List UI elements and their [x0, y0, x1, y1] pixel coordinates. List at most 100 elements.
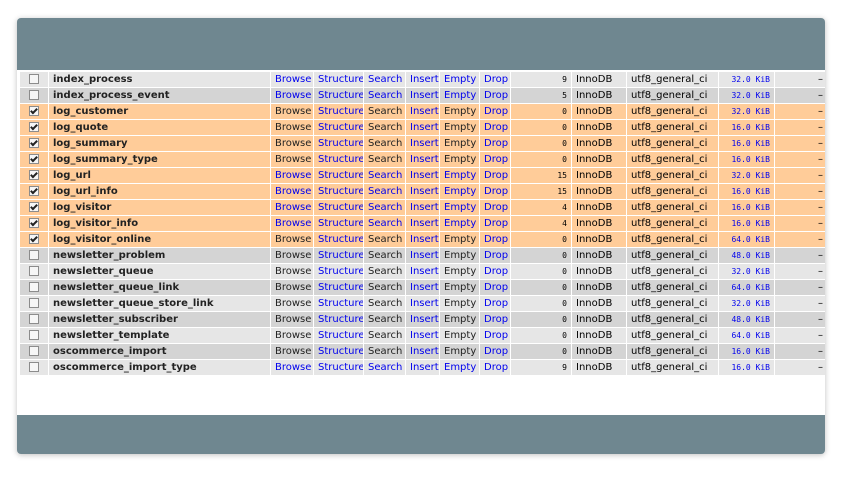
search-link[interactable]: Search: [368, 186, 402, 197]
insert-link[interactable]: Insert: [410, 298, 439, 309]
insert-link[interactable]: Insert: [410, 90, 439, 101]
drop-link[interactable]: Drop: [484, 298, 508, 309]
row-checkbox[interactable]: [29, 202, 39, 212]
structure-link[interactable]: Structure: [318, 362, 363, 373]
insert-link[interactable]: Insert: [410, 234, 439, 245]
empty-link[interactable]: Empty: [444, 74, 476, 85]
row-checkbox[interactable]: [29, 266, 39, 276]
drop-link[interactable]: Drop: [484, 234, 508, 245]
drop-link[interactable]: Drop: [484, 346, 508, 357]
browse-link[interactable]: Browse: [275, 362, 311, 373]
browse-link[interactable]: Browse: [275, 74, 311, 85]
drop-link[interactable]: Drop: [484, 218, 508, 229]
table-row[interactable]: log_customer Browse Structure Search Insert E…: [20, 104, 825, 119]
table-row[interactable]: log_summary_type Browse Structure Search Ins…: [20, 152, 825, 167]
insert-link[interactable]: Insert: [410, 106, 439, 117]
insert-link[interactable]: Insert: [410, 330, 439, 341]
search-link[interactable]: Search: [368, 218, 402, 229]
table-row[interactable]: newsletter_problem Browse Structure Search I…: [20, 248, 825, 263]
insert-link[interactable]: Insert: [410, 250, 439, 261]
row-checkbox[interactable]: [29, 90, 39, 100]
row-checkbox[interactable]: [29, 106, 39, 116]
search-link[interactable]: Search: [368, 74, 402, 85]
structure-link[interactable]: Structure: [318, 282, 363, 293]
row-checkbox[interactable]: [29, 314, 39, 324]
drop-link[interactable]: Drop: [484, 74, 508, 85]
browse-link[interactable]: Browse: [275, 202, 311, 213]
empty-link[interactable]: Empty: [444, 202, 476, 213]
browse-link[interactable]: Browse: [275, 186, 311, 197]
drop-link[interactable]: Drop: [484, 138, 508, 149]
row-checkbox[interactable]: [29, 250, 39, 260]
table-row[interactable]: log_visitor_info Browse Structure Search Ins…: [20, 216, 825, 231]
drop-link[interactable]: Drop: [484, 330, 508, 341]
structure-link[interactable]: Structure: [318, 202, 363, 213]
drop-link[interactable]: Drop: [484, 250, 508, 261]
structure-link[interactable]: Structure: [318, 330, 363, 341]
insert-link[interactable]: Insert: [410, 170, 439, 181]
row-checkbox[interactable]: [29, 170, 39, 180]
table-row[interactable]: newsletter_queue Browse Structure Search Ins…: [20, 264, 825, 279]
structure-link[interactable]: Structure: [318, 90, 363, 101]
insert-link[interactable]: Insert: [410, 154, 439, 165]
structure-link[interactable]: Structure: [318, 138, 363, 149]
table-row[interactable]: log_visitor Browse Structure Search Insert Em…: [20, 200, 825, 215]
table-row[interactable]: log_quote Browse Structure Search Insert Empt…: [20, 120, 825, 135]
search-link[interactable]: Search: [368, 362, 402, 373]
structure-link[interactable]: Structure: [318, 106, 363, 117]
table-row[interactable]: newsletter_template Browse Structure Search…: [20, 328, 825, 343]
search-link[interactable]: Search: [368, 90, 402, 101]
empty-link[interactable]: Empty: [444, 218, 476, 229]
structure-link[interactable]: Structure: [318, 250, 363, 261]
browse-link[interactable]: Browse: [275, 218, 311, 229]
structure-link[interactable]: Structure: [318, 234, 363, 245]
drop-link[interactable]: Drop: [484, 202, 508, 213]
table-row[interactable]: index_process Browse Structure Search Insert…: [20, 72, 825, 87]
insert-link[interactable]: Insert: [410, 74, 439, 85]
row-checkbox[interactable]: [29, 298, 39, 308]
row-checkbox[interactable]: [29, 154, 39, 164]
structure-link[interactable]: Structure: [318, 154, 363, 165]
empty-link[interactable]: Empty: [444, 186, 476, 197]
empty-link[interactable]: Empty: [444, 90, 476, 101]
insert-link[interactable]: Insert: [410, 218, 439, 229]
drop-link[interactable]: Drop: [484, 266, 508, 277]
insert-link[interactable]: Insert: [410, 186, 439, 197]
structure-link[interactable]: Structure: [318, 346, 363, 357]
structure-link[interactable]: Structure: [318, 186, 363, 197]
insert-link[interactable]: Insert: [410, 122, 439, 133]
insert-link[interactable]: Insert: [410, 314, 439, 325]
structure-link[interactable]: Structure: [318, 74, 363, 85]
drop-link[interactable]: Drop: [484, 170, 508, 181]
drop-link[interactable]: Drop: [484, 154, 508, 165]
structure-link[interactable]: Structure: [318, 266, 363, 277]
insert-link[interactable]: Insert: [410, 282, 439, 293]
row-checkbox[interactable]: [29, 186, 39, 196]
row-checkbox[interactable]: [29, 362, 39, 372]
table-row[interactable]: log_url Browse Structure Search Insert Empty D…: [20, 168, 825, 183]
table-row[interactable]: newsletter_queue_store_link Browse Structu…: [20, 296, 825, 311]
drop-link[interactable]: Drop: [484, 314, 508, 325]
insert-link[interactable]: Insert: [410, 202, 439, 213]
empty-link[interactable]: Empty: [444, 362, 476, 373]
structure-link[interactable]: Structure: [318, 314, 363, 325]
empty-link[interactable]: Empty: [444, 170, 476, 181]
row-checkbox[interactable]: [29, 218, 39, 228]
structure-link[interactable]: Structure: [318, 122, 363, 133]
browse-link[interactable]: Browse: [275, 90, 311, 101]
insert-link[interactable]: Insert: [410, 346, 439, 357]
browse-link[interactable]: Browse: [275, 170, 311, 181]
row-checkbox[interactable]: [29, 234, 39, 244]
table-row[interactable]: log_summary Browse Structure Search Insert Em…: [20, 136, 825, 151]
row-checkbox[interactable]: [29, 122, 39, 132]
drop-link[interactable]: Drop: [484, 186, 508, 197]
structure-link[interactable]: Structure: [318, 218, 363, 229]
insert-link[interactable]: Insert: [410, 362, 439, 373]
row-checkbox[interactable]: [29, 330, 39, 340]
row-checkbox[interactable]: [29, 282, 39, 292]
drop-link[interactable]: Drop: [484, 282, 508, 293]
search-link[interactable]: Search: [368, 202, 402, 213]
row-checkbox[interactable]: [29, 138, 39, 148]
table-row[interactable]: log_visitor_online Browse Structure Search I…: [20, 232, 825, 247]
drop-link[interactable]: Drop: [484, 122, 508, 133]
